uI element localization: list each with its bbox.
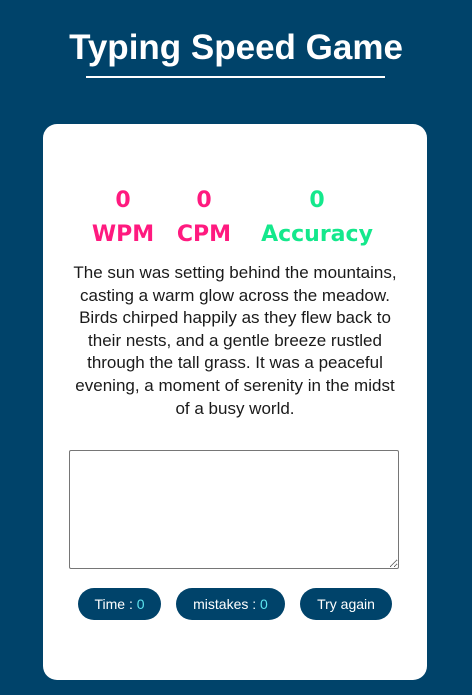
- wpm-stat: 0 WPM: [87, 188, 159, 248]
- mistakes-label: mistakes :: [193, 596, 261, 612]
- cpm-label: CPM: [176, 222, 232, 247]
- time-value: 0: [136, 596, 145, 612]
- cpm-stat: 0 CPM: [171, 188, 237, 248]
- try-again-button[interactable]: Try again: [300, 588, 392, 620]
- accuracy-stat: 0 Accuracy: [253, 188, 381, 248]
- passage-text: The sun was setting behind the mountains…: [73, 263, 397, 418]
- mistakes-badge: mistakes : 0: [176, 588, 285, 620]
- time-badge: Time : 0: [78, 588, 161, 620]
- page-title: Typing Speed Game: [69, 28, 403, 67]
- accuracy-value: 0: [309, 188, 325, 213]
- title-underline: [86, 76, 385, 78]
- mistakes-value: 0: [260, 596, 268, 612]
- game-card: 0 WPM 0 CPM 0 Accuracy The sun was setti…: [43, 124, 427, 680]
- accuracy-label: Accuracy: [261, 222, 373, 247]
- typing-input[interactable]: [69, 450, 399, 569]
- cpm-value: 0: [196, 188, 212, 213]
- time-label: Time :: [94, 596, 137, 612]
- wpm-value: 0: [115, 188, 131, 213]
- page: { "header": { "title": "Typing Speed Gam…: [0, 0, 472, 695]
- wpm-label: WPM: [91, 222, 155, 247]
